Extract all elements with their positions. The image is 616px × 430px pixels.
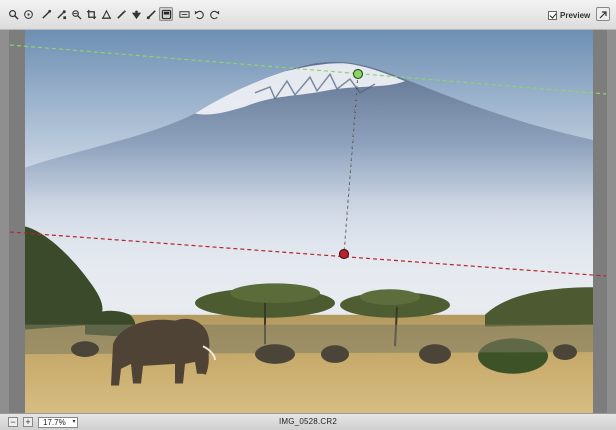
image-canvas[interactable] [9,30,607,413]
preview-checkbox[interactable] [548,10,557,20]
preview-toggle[interactable]: Preview [548,8,590,22]
file-name: IMG_0528.CR2 [279,417,337,426]
graduated-filter-icon [161,9,171,19]
preferences-button[interactable] [177,7,191,21]
targeted-adjustment-tool-button[interactable] [69,7,83,21]
preferences-icon [178,10,190,18]
adjustment-brush-tool-button[interactable] [144,7,158,21]
spot-removal-tool-button[interactable] [114,7,128,21]
color-sampler-icon [56,9,66,19]
graduated-filter-tool-button[interactable] [159,7,173,21]
targeted-adjustment-icon [71,9,82,20]
rotate-left-icon [194,10,204,19]
hand-tool-button[interactable] [21,7,35,21]
zoom-tool-button[interactable] [6,7,20,21]
preview-label: Preview [560,10,591,20]
red-eye-tool-button[interactable] [129,7,143,21]
fullscreen-icon [599,11,607,19]
photo-preview [25,30,593,413]
spot-removal-icon [116,9,126,19]
rotate-left-button[interactable] [192,7,206,21]
red-eye-icon [131,9,141,19]
straighten-tool-button[interactable] [99,7,113,21]
zoom-icon [8,9,19,20]
status-bar: − + 17.7% ▾ IMG_0528.CR2 [0,413,616,430]
rotate-right-icon [209,10,219,19]
crop-tool-button[interactable] [84,7,98,21]
adjustment-brush-icon [146,9,156,19]
rotate-right-button[interactable] [207,7,221,21]
white-balance-icon [41,9,51,19]
crop-icon [86,9,96,19]
fullscreen-button[interactable] [596,7,610,21]
hand-icon [23,9,33,19]
white-balance-tool-button[interactable] [39,7,53,21]
tool-group [6,7,221,23]
toolbar: Preview [0,0,616,30]
straighten-icon [101,9,111,19]
color-sampler-tool-button[interactable] [54,7,68,21]
